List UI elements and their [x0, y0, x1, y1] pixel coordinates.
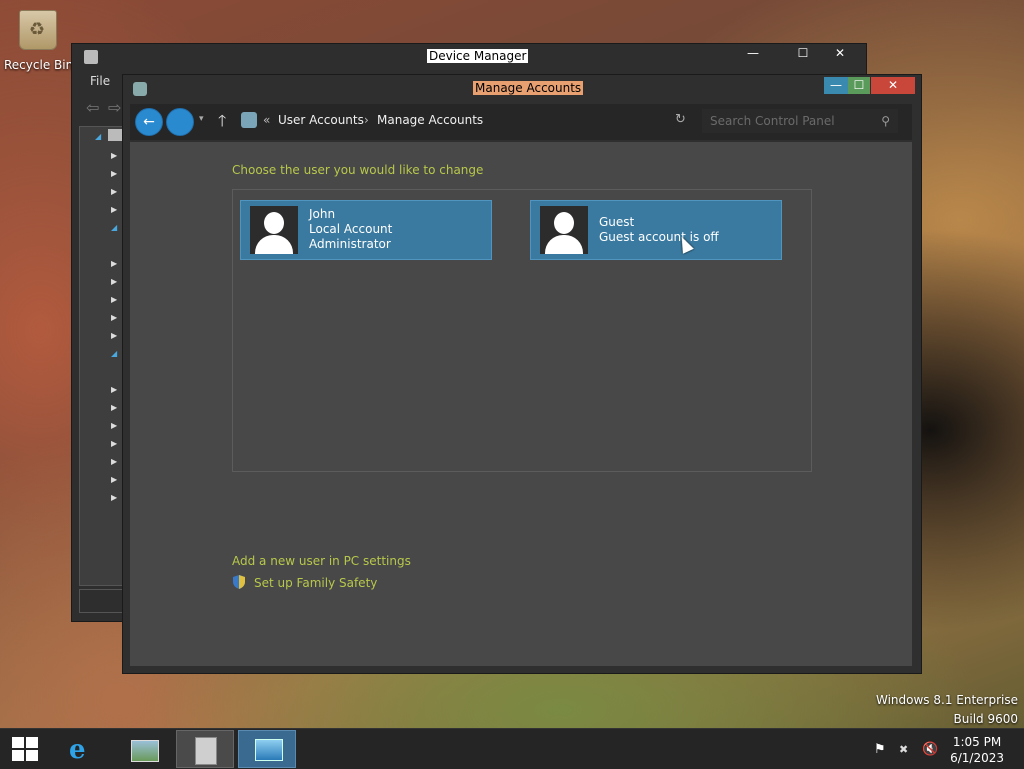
- search-input[interactable]: Search Control Panel: [710, 114, 835, 128]
- page-heading: Choose the user you would like to change: [232, 163, 484, 177]
- clock-date: 6/1/2023: [950, 751, 1004, 765]
- dm-minimize-button[interactable]: —: [740, 44, 766, 62]
- taskbar: e ⚑ ✖ 🔇 1:05 PM 6/1/2023: [0, 728, 1024, 769]
- recycle-bin-desktop-icon[interactable]: Recycle Bin: [4, 10, 74, 72]
- tree-expand-icon[interactable]: ▶: [111, 457, 117, 466]
- dm-back-icon[interactable]: ⇦: [86, 98, 99, 117]
- account-name: Guest: [599, 215, 635, 229]
- up-arrow-icon[interactable]: 🡑: [218, 110, 226, 137]
- ma-minimize-button[interactable]: —: [824, 77, 848, 94]
- ma-maximize-button[interactable]: ☐: [848, 77, 870, 94]
- volume-muted-icon[interactable]: 🔇: [922, 742, 938, 757]
- clock-time: 1:05 PM: [952, 735, 1002, 749]
- account-role: Administrator: [309, 237, 391, 251]
- tree-expand-icon[interactable]: ▶: [111, 259, 117, 268]
- manage-accounts-window[interactable]: Manage Accounts — ☐ ✕ ← ▾ 🡑 « User Accou…: [122, 74, 922, 674]
- tree-expand-icon[interactable]: ▶: [111, 439, 117, 448]
- tree-expand-icon[interactable]: ◢: [95, 132, 101, 141]
- dm-device-tree[interactable]: ◢ ▶ ▶ ▶ ▶ ◢ ▶ ▶ ▶ ▶ ▶ ◢ ▶ ▶ ▶ ▶ ▶ ▶ ▶: [79, 126, 125, 586]
- tree-expand-icon[interactable]: ▶: [111, 295, 117, 304]
- breadcrumb[interactable]: « User Accounts › Manage Accounts ⌄: [236, 108, 763, 134]
- device-manager-titlebar[interactable]: Device Manager — ☐ ✕: [72, 44, 866, 70]
- family-safety-link[interactable]: Set up Family Safety: [254, 576, 377, 590]
- edition-watermark: Windows 8.1 Enterprise: [875, 693, 1018, 707]
- tree-expand-icon[interactable]: ▶: [111, 493, 117, 502]
- account-status: Guest account is off: [599, 230, 719, 244]
- refresh-icon[interactable]: ↻: [675, 112, 686, 127]
- ma-close-button[interactable]: ✕: [871, 77, 915, 94]
- start-button[interactable]: [12, 737, 38, 761]
- search-box[interactable]: Search Control Panel ⚲: [702, 109, 898, 133]
- uac-shield-icon: [233, 575, 245, 589]
- tree-expand-icon[interactable]: ▶: [111, 277, 117, 286]
- breadcrumb-manage-accounts[interactable]: Manage Accounts: [377, 113, 483, 127]
- account-tile-john[interactable]: John Local Account Administrator: [240, 200, 492, 260]
- account-tile-guest[interactable]: Guest Guest account is off: [530, 200, 782, 260]
- tree-expand-icon[interactable]: ▶: [111, 169, 117, 178]
- device-manager-icon: [84, 50, 98, 64]
- taskbar-app-photos[interactable]: [114, 730, 172, 768]
- network-disconnected-icon[interactable]: ✖: [899, 743, 908, 756]
- tree-expand-icon[interactable]: ▶: [111, 475, 117, 484]
- control-panel-taskbar-icon: [255, 739, 283, 761]
- tree-expand-icon[interactable]: ▶: [111, 403, 117, 412]
- dm-close-button[interactable]: ✕: [824, 44, 856, 62]
- tree-expand-icon[interactable]: ▶: [111, 151, 117, 160]
- dm-forward-icon[interactable]: ⇨: [108, 98, 121, 117]
- user-avatar-icon: [540, 206, 588, 254]
- device-manager-title: Device Manager: [427, 49, 529, 63]
- tree-expand-icon[interactable]: ▶: [111, 187, 117, 196]
- picture-app-icon: [131, 740, 159, 762]
- address-bar: ← ▾ 🡑 « User Accounts › Manage Accounts …: [130, 104, 912, 140]
- control-panel-icon: [241, 112, 257, 128]
- tree-expand-icon[interactable]: ▶: [111, 385, 117, 394]
- search-icon[interactable]: ⚲: [881, 114, 890, 128]
- breadcrumb-overflow[interactable]: «: [263, 113, 270, 127]
- build-watermark: Build 9600: [953, 712, 1018, 726]
- accounts-content: Choose the user you would like to change…: [130, 142, 912, 666]
- manage-accounts-title: Manage Accounts: [473, 81, 584, 95]
- windows-logo-icon: [12, 737, 24, 748]
- dm-statusbar: [79, 589, 125, 613]
- tree-collapse-icon[interactable]: ◢: [111, 349, 117, 358]
- accounts-panel: John Local Account Administrator Guest G…: [232, 189, 812, 472]
- manage-accounts-titlebar[interactable]: Manage Accounts — ☐ ✕: [123, 75, 921, 103]
- add-user-link[interactable]: Add a new user in PC settings: [232, 554, 411, 568]
- tree-expand-icon[interactable]: ▶: [111, 421, 117, 430]
- taskbar-clock[interactable]: 1:05 PM 6/1/2023: [950, 734, 1004, 766]
- taskbar-device-manager[interactable]: [176, 730, 234, 768]
- tree-expand-icon[interactable]: ▶: [111, 331, 117, 340]
- internet-explorer-icon: e: [69, 735, 86, 765]
- taskbar-control-panel[interactable]: [238, 730, 296, 768]
- recycle-bin-icon: [19, 10, 57, 50]
- taskbar-internet-explorer[interactable]: e: [52, 730, 110, 768]
- tree-collapse-icon[interactable]: ◢: [111, 223, 117, 232]
- breadcrumb-user-accounts[interactable]: User Accounts: [278, 113, 364, 127]
- action-center-flag-icon[interactable]: ⚑: [874, 742, 886, 757]
- tree-expand-icon[interactable]: ▶: [111, 205, 117, 214]
- recycle-bin-label: Recycle Bin: [4, 58, 74, 72]
- dm-maximize-button[interactable]: ☐: [790, 44, 816, 62]
- account-name: John: [309, 207, 336, 221]
- breadcrumb-separator[interactable]: ›: [364, 113, 369, 127]
- recent-pages-dropdown[interactable]: ▾: [199, 114, 204, 124]
- forward-button[interactable]: [166, 108, 194, 136]
- account-type: Local Account: [309, 222, 393, 236]
- tree-expand-icon[interactable]: ▶: [111, 313, 117, 322]
- dm-menu-file[interactable]: File: [78, 74, 110, 88]
- user-accounts-icon: [133, 82, 147, 96]
- computer-icon: [108, 129, 122, 141]
- device-manager-taskbar-icon: [195, 737, 217, 765]
- user-avatar-icon: [250, 206, 298, 254]
- back-button[interactable]: ←: [135, 108, 163, 136]
